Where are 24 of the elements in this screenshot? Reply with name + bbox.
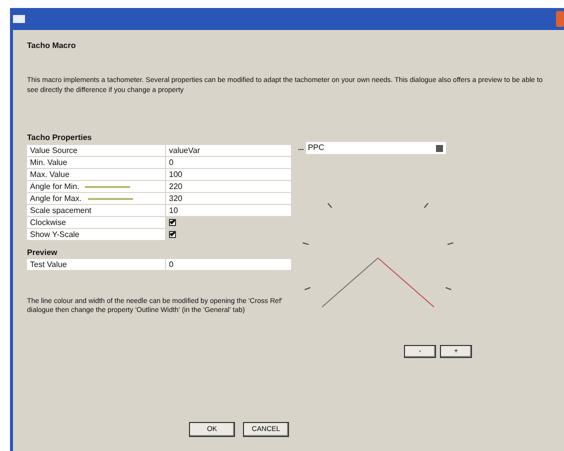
- property-value[interactable]: 100: [169, 168, 182, 180]
- checkbox[interactable]: [169, 219, 176, 226]
- dialog-heading: Tacho Macro: [27, 40, 77, 52]
- property-value[interactable]: 0: [169, 156, 174, 168]
- source-dropdown[interactable]: PPC: [306, 142, 446, 154]
- window-icon: [13, 15, 25, 23]
- property-label: Value Source: [30, 144, 78, 156]
- property-label: Angle for Max.: [30, 192, 82, 204]
- property-label: Angle for Min.: [30, 180, 80, 192]
- property-value[interactable]: 320: [169, 192, 182, 204]
- property-label: Show Y-Scale: [30, 228, 80, 240]
- checkbox[interactable]: [169, 231, 176, 238]
- line-sample-icon: [85, 186, 130, 188]
- property-label: Max. Value: [30, 168, 70, 180]
- test-value-field[interactable]: 0: [169, 258, 174, 270]
- property-value[interactable]: 10: [169, 204, 178, 216]
- property-value[interactable]: 220: [169, 180, 182, 192]
- property-label: Clockwise: [30, 216, 66, 228]
- section-title: Preview: [27, 247, 58, 259]
- property-label: Scale spacement: [30, 204, 92, 216]
- property-label: Min. Value: [30, 156, 68, 168]
- line-sample-icon: [88, 198, 133, 200]
- property-label: Test Value: [30, 258, 67, 270]
- section-title: Tacho Properties: [27, 132, 93, 144]
